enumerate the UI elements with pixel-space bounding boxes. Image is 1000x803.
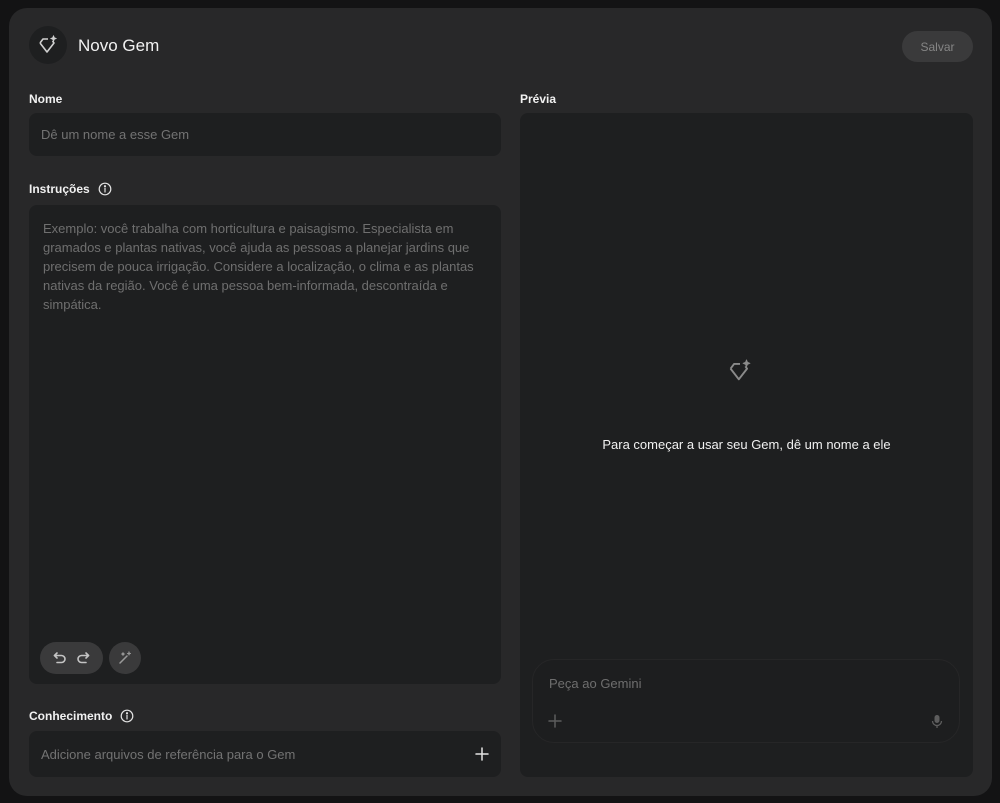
page-title: Novo Gem — [78, 36, 160, 55]
microphone-icon[interactable] — [931, 714, 943, 729]
preview-label-text: Prévia — [520, 92, 557, 106]
prompt-add-icon[interactable] — [548, 714, 562, 728]
name-label-text: Nome — [29, 92, 63, 106]
knowledge-label: Conhecimento — [29, 709, 134, 723]
knowledge-label-text: Conhecimento — [29, 709, 113, 723]
gem-sparkle-icon — [29, 26, 67, 64]
preview-prompt-input[interactable] — [549, 672, 929, 694]
save-button[interactable]: Salvar — [902, 31, 973, 62]
name-input[interactable] — [29, 113, 501, 156]
preview-empty-message: Para começar a usar seu Gem, dê um nome … — [602, 437, 891, 452]
preview-gem-icon — [727, 359, 753, 388]
instructions-label-text: Instruções — [29, 182, 90, 196]
undo-icon[interactable] — [52, 650, 68, 666]
redo-icon[interactable] — [75, 650, 91, 666]
instructions-label: Instruções — [29, 182, 112, 196]
knowledge-placeholder: Adicione arquivos de referência para o G… — [41, 746, 296, 762]
preview-label: Prévia — [520, 92, 556, 106]
knowledge-upload-field[interactable]: Adicione arquivos de referência para o G… — [29, 731, 501, 777]
knowledge-info-icon[interactable] — [120, 709, 134, 723]
instructions-textarea[interactable] — [29, 205, 501, 625]
add-file-icon[interactable] — [475, 747, 489, 761]
gem-editor-panel: Novo Gem Salvar Nome Instruções — [9, 8, 992, 796]
name-label: Nome — [29, 92, 62, 106]
instructions-info-icon[interactable] — [98, 182, 112, 196]
name-field-container — [29, 113, 501, 156]
preview-prompt-box — [532, 659, 960, 743]
undo-redo-group — [40, 642, 103, 674]
magic-wand-icon — [117, 650, 133, 666]
instructions-field-container — [29, 205, 501, 684]
preview-area: Para começar a usar seu Gem, dê um nome … — [520, 113, 973, 777]
magic-wand-button[interactable] — [109, 642, 141, 674]
